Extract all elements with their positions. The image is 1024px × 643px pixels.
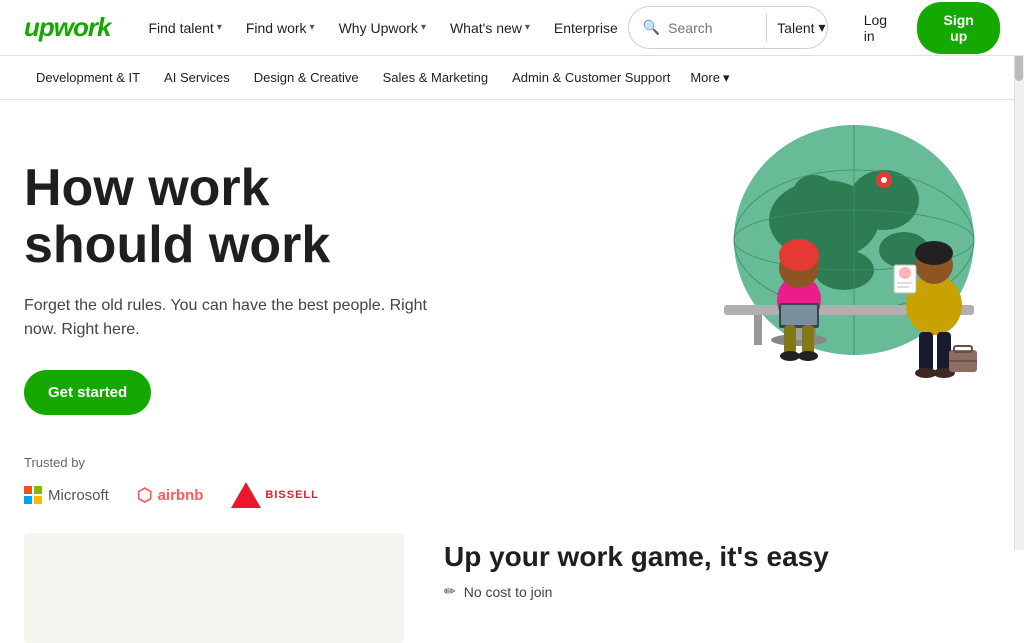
airbnb-icon: ⬡ <box>137 485 153 506</box>
primary-nav-links: Find talent ▾ Find work ▾ Why Upwork ▾ W… <box>138 14 627 42</box>
chevron-down-icon: ▾ <box>217 22 222 33</box>
hero-subtitle: Forget the old rules. You can have the b… <box>24 294 444 342</box>
microsoft-grid-icon <box>24 486 42 504</box>
signup-button[interactable]: Sign up <box>917 2 1000 54</box>
chevron-down-icon: ▾ <box>819 19 826 36</box>
nav-why-upwork[interactable]: Why Upwork ▾ <box>329 14 436 42</box>
talent-filter-button[interactable]: Talent ▾ <box>766 13 835 42</box>
nav-enterprise[interactable]: Enterprise <box>544 14 628 42</box>
nav-whats-new[interactable]: What's new ▾ <box>440 14 540 42</box>
search-input[interactable] <box>668 20 758 36</box>
bissell-icon <box>231 482 261 508</box>
hero-section: How work should work Forget the old rule… <box>0 100 1024 445</box>
sec-nav-design-creative[interactable]: Design & Creative <box>242 66 371 89</box>
trusted-logos: Microsoft ⬡ airbnb BISSELL <box>24 482 1000 508</box>
chevron-down-icon: ▾ <box>723 70 730 86</box>
upwork-logo[interactable]: upwork <box>24 12 110 43</box>
microsoft-logo: Microsoft <box>24 486 109 504</box>
bottom-title: Up your work game, it's easy <box>444 541 1000 573</box>
hero-illustration <box>624 110 1004 440</box>
trusted-label: Trusted by <box>24 455 1000 470</box>
bissell-logo: BISSELL <box>231 482 318 508</box>
airbnb-logo: ⬡ airbnb <box>137 485 204 506</box>
sec-nav-ai-services[interactable]: AI Services <box>152 66 242 89</box>
scrollbar[interactable] <box>1014 0 1024 550</box>
pencil-icon: ✏ <box>444 583 456 600</box>
bottom-item-no-cost: ✏ No cost to join <box>444 583 1000 600</box>
nav-find-work[interactable]: Find work ▾ <box>236 14 325 42</box>
hero-content: How work should work Forget the old rule… <box>24 150 444 415</box>
chevron-down-icon: ▾ <box>421 22 426 33</box>
chevron-down-icon: ▾ <box>310 22 315 33</box>
globe-illustration <box>624 110 1004 440</box>
search-icon: 🔍 <box>643 19 660 36</box>
sec-nav-more-button[interactable]: More ▾ <box>682 66 737 90</box>
auth-buttons: Log in Sign up <box>852 2 1000 54</box>
chevron-down-icon: ▾ <box>525 22 530 33</box>
hero-title: How work should work <box>24 160 444 274</box>
login-button[interactable]: Log in <box>852 4 908 52</box>
sec-nav-sales-marketing[interactable]: Sales & Marketing <box>371 66 501 89</box>
top-navigation: upwork Find talent ▾ Find work ▾ Why Upw… <box>0 0 1024 56</box>
trusted-section: Trusted by Microsoft ⬡ airbnb BISSELL <box>0 445 1024 528</box>
sec-nav-admin-support[interactable]: Admin & Customer Support <box>500 66 682 89</box>
secondary-navigation: Development & IT AI Services Design & Cr… <box>0 56 1024 100</box>
get-started-button[interactable]: Get started <box>24 370 151 415</box>
nav-find-talent[interactable]: Find talent ▾ <box>138 14 231 42</box>
search-bar[interactable]: 🔍 Talent ▾ <box>628 6 828 49</box>
sec-nav-development-it[interactable]: Development & IT <box>24 66 152 89</box>
